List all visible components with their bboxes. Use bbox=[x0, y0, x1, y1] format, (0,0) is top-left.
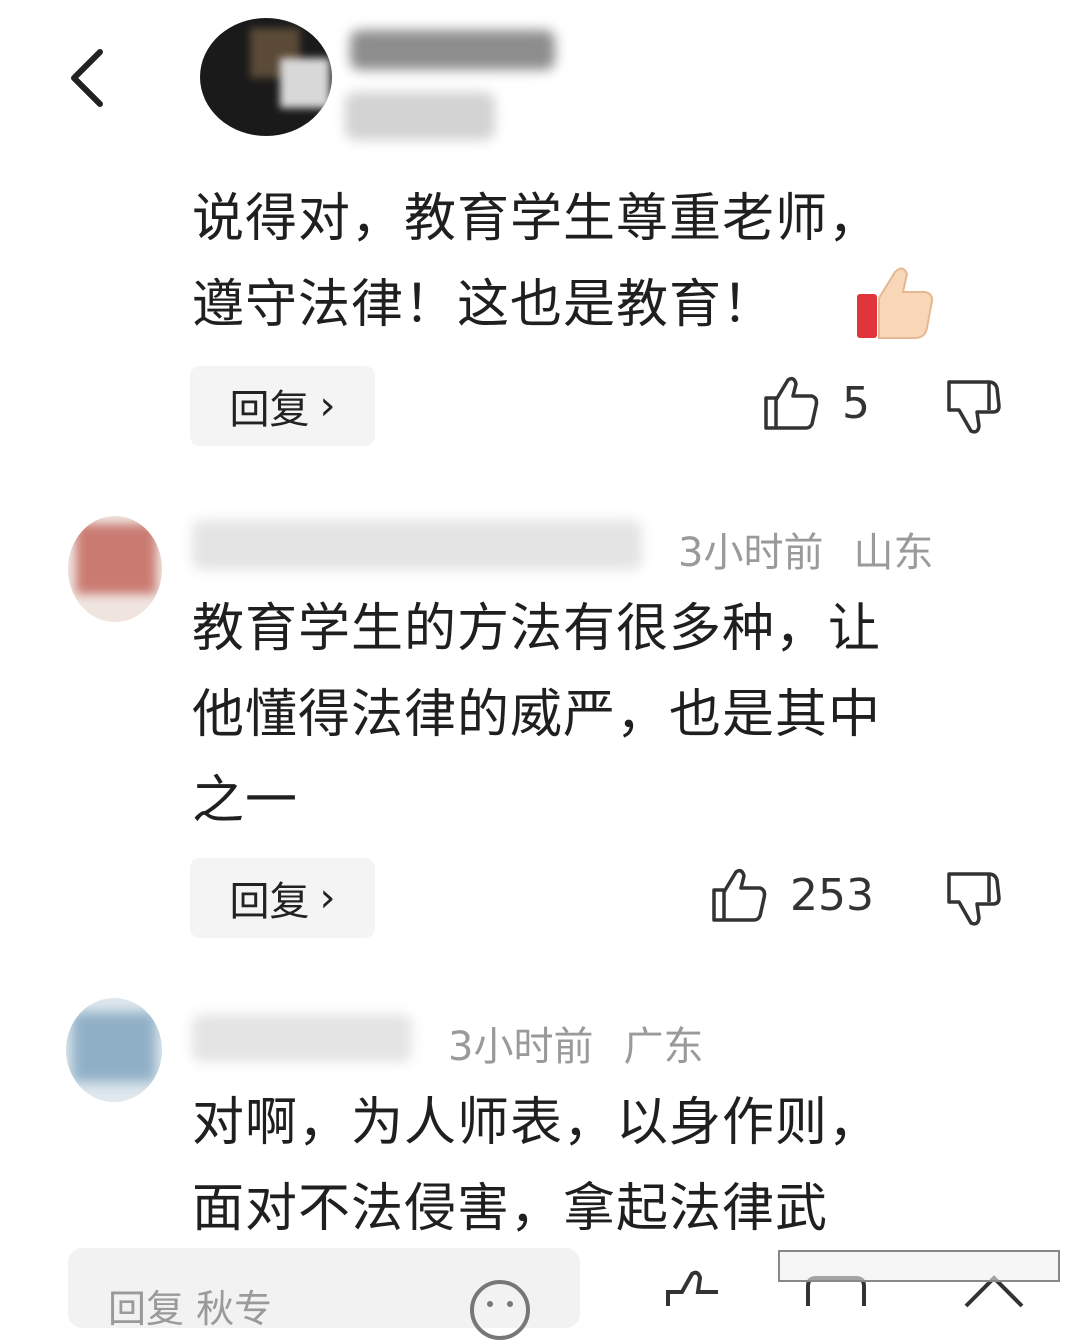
author-name-blurred bbox=[350, 30, 555, 70]
comment-1-like-count: 5 bbox=[842, 377, 870, 429]
comment-2-line-3: 之一 bbox=[192, 771, 299, 831]
chevron-left-icon bbox=[71, 49, 103, 107]
comment-2-dislike-button[interactable] bbox=[945, 870, 1003, 932]
chevron-right-icon: › bbox=[319, 383, 336, 429]
comment-2-meta: 3小时前 山东 bbox=[678, 520, 963, 578]
screenshot-overlay-bar bbox=[778, 1250, 1060, 1282]
comment-3-line-1: 对啊，为人师表，以身作则， bbox=[192, 1093, 882, 1153]
reply-input-placeholder: 回复 秋专 bbox=[108, 1287, 273, 1331]
back-button[interactable] bbox=[62, 46, 118, 110]
comment-3-avatar[interactable] bbox=[66, 998, 162, 1102]
reply-label: 回复 bbox=[229, 387, 310, 433]
comment-1-dislike-button[interactable] bbox=[945, 378, 1003, 440]
comment-2-time: 3小时前 bbox=[678, 530, 824, 576]
comment-3-meta: 3小时前 广东 bbox=[448, 1014, 733, 1072]
thumbs-up-emoji bbox=[857, 267, 934, 339]
comment-2-username-blurred bbox=[192, 520, 642, 570]
emoji-icon[interactable] bbox=[468, 1278, 532, 1342]
reply-input-bar[interactable]: 回复 秋专 bbox=[68, 1248, 580, 1340]
comment-2-avatar[interactable] bbox=[68, 516, 162, 622]
author-subtitle-blurred bbox=[345, 92, 495, 140]
comment-1-reply-button[interactable]: 回复 › bbox=[190, 366, 375, 446]
comment-1-line-1: 说得对，教育学生尊重老师， bbox=[192, 189, 882, 249]
comment-1-line-2-text: 遵守法律！这也是教育！ bbox=[192, 275, 776, 335]
comment-1-like-button[interactable]: 5 bbox=[762, 374, 870, 432]
thumb-up-icon bbox=[712, 868, 767, 922]
bottom-like-icon[interactable] bbox=[660, 1268, 730, 1308]
comment-2-line-1: 教育学生的方法有很多种，让 bbox=[192, 599, 882, 659]
comment-2-like-button[interactable]: 253 bbox=[710, 866, 874, 924]
comment-3-line-2: 面对不法侵害，拿起法律武 bbox=[192, 1179, 829, 1239]
comment-3-text: 对啊，为人师表，以身作则， 面对不法侵害，拿起法律武 bbox=[192, 1080, 992, 1252]
comment-3-time: 3小时前 bbox=[448, 1024, 594, 1070]
reply-label: 回复 bbox=[229, 879, 310, 925]
comment-2-location: 山东 bbox=[853, 530, 934, 576]
chevron-right-icon: › bbox=[319, 875, 336, 921]
author-avatar[interactable] bbox=[200, 18, 332, 136]
comment-2-text: 教育学生的方法有很多种，让 他懂得法律的威严，也是其中 之一 bbox=[192, 586, 992, 844]
comment-2-reply-button[interactable]: 回复 › bbox=[190, 858, 375, 938]
comment-3-location: 广东 bbox=[623, 1024, 704, 1070]
thumb-down-icon bbox=[947, 872, 1001, 926]
thumb-up-icon bbox=[764, 376, 819, 430]
comment-3-username-blurred bbox=[192, 1014, 412, 1062]
thumb-down-icon bbox=[947, 380, 1001, 434]
comment-2-line-2: 他懂得法律的威严，也是其中 bbox=[192, 685, 882, 745]
comment-2-like-count: 253 bbox=[790, 869, 874, 921]
